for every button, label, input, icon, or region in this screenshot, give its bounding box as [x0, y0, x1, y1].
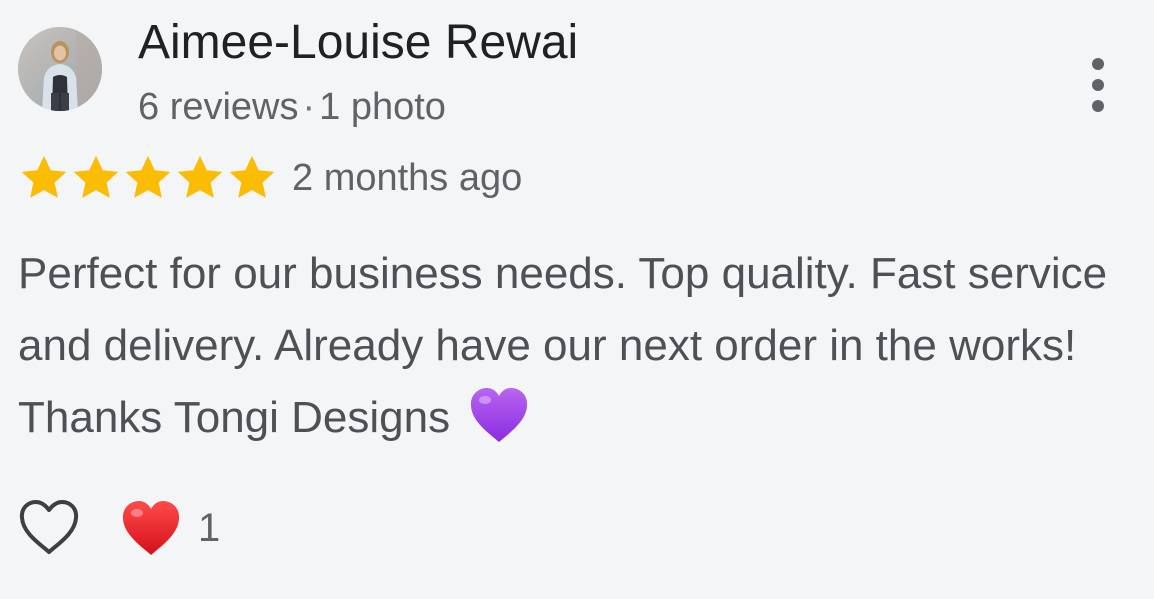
purple-heart-icon — [468, 386, 530, 444]
rating-row: 2 months ago — [18, 152, 522, 204]
star-icon — [122, 152, 174, 204]
more-options-button[interactable] — [1072, 54, 1124, 116]
like-button[interactable] — [18, 499, 80, 557]
review-date: 2 months ago — [292, 157, 523, 199]
heart-outline-icon — [19, 500, 79, 554]
reviewer-meta: 6 reviews · 1 photo — [138, 82, 446, 132]
review-actions: 1 — [18, 496, 220, 560]
star-rating — [18, 152, 278, 204]
photos-count: 1 photo — [319, 86, 446, 128]
star-icon — [18, 152, 70, 204]
reviews-count: 6 reviews — [138, 86, 299, 128]
red-heart-icon — [120, 499, 182, 557]
meta-separator: · — [302, 86, 316, 128]
star-icon — [226, 152, 278, 204]
star-icon — [70, 152, 122, 204]
review-text: Perfect for our business needs. Top qual… — [18, 238, 1138, 454]
reviewer-avatar[interactable] — [18, 27, 102, 111]
review-body: Perfect for our business needs. Top qual… — [18, 249, 1108, 442]
reviewer-name[interactable]: Aimee-Louise Rewai — [138, 14, 578, 72]
star-icon — [174, 152, 226, 204]
reaction-summary[interactable]: 1 — [120, 499, 220, 557]
reaction-count: 1 — [198, 506, 221, 550]
avatar-photo — [18, 27, 102, 111]
